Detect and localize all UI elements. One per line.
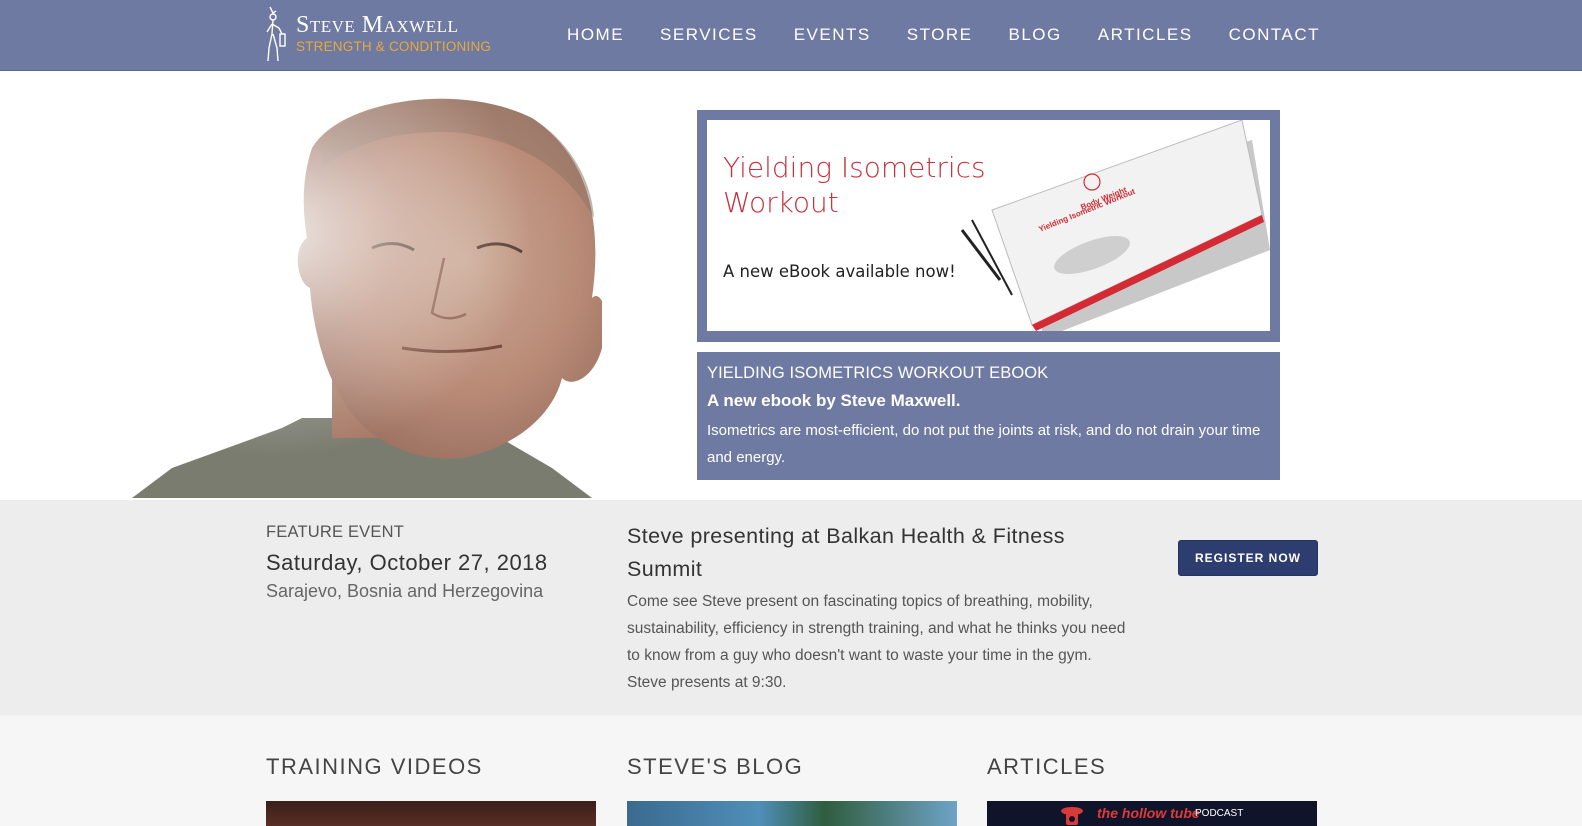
hero-portrait-image	[132, 88, 602, 498]
main-nav: HOME SERVICES EVENTS STORE BLOG ARTICLES…	[531, 0, 1320, 70]
nav-contact[interactable]: CONTACT	[1229, 25, 1320, 45]
top-navigation-bar: Steve Maxwell STRENGTH & CONDITIONING HO…	[0, 0, 1582, 71]
content-sections: TRAINING VIDEOS STEVE'S BLOG ARTICLES th…	[0, 715, 1582, 826]
event-location: Sarajevo, Bosnia and Herzegovina	[266, 581, 544, 601]
nav-blog[interactable]: BLOG	[1009, 25, 1062, 45]
training-video-thumbnail[interactable]	[266, 801, 596, 826]
articles-thumbnail[interactable]: the hollow tube PODCAST	[987, 801, 1317, 826]
phone-icon	[1061, 807, 1083, 825]
event-description: Come see Steve present on fascinating to…	[627, 593, 1126, 691]
nav-articles[interactable]: ARTICLES	[1098, 25, 1193, 45]
event-label: FEATURE EVENT	[266, 523, 404, 541]
ebook-cover-illustration: Body Weight Yielding Isometric Workout	[960, 120, 1270, 331]
nav-store[interactable]: STORE	[907, 25, 973, 45]
caption-title: YIELDING ISOMETRICS WORKOUT EBOOK	[707, 364, 1049, 382]
caption-subtitle: A new ebook by Steve Maxwell.	[707, 391, 961, 410]
podcast-name: the hollow tube	[1097, 805, 1200, 821]
nav-services[interactable]: SERVICES	[660, 25, 758, 45]
promo-image: Yielding Isometrics Workout A new eBook …	[707, 120, 1270, 331]
caption-text: Isometrics are most-efficient, do not pu…	[707, 422, 1261, 466]
nav-events[interactable]: EVENTS	[794, 25, 871, 45]
register-now-button[interactable]: REGISTER NOW	[1178, 540, 1318, 576]
event-title[interactable]: Steve presenting at Balkan Health & Fitn…	[627, 520, 1127, 586]
event-date: Saturday, October 27, 2018	[266, 550, 548, 575]
podcast-label: PODCAST	[1195, 808, 1244, 819]
logo-figure-icon	[266, 6, 286, 62]
promo-banner[interactable]: Yielding Isometrics Workout A new eBook …	[697, 110, 1280, 342]
blog-thumbnail[interactable]	[627, 801, 957, 826]
training-videos-heading: TRAINING VIDEOS	[266, 754, 483, 779]
feature-event-section: FEATURE EVENT Saturday, October 27, 2018…	[0, 500, 1582, 715]
articles-heading: ARTICLES	[987, 754, 1107, 779]
promo-title-line-2: Workout	[723, 186, 839, 219]
promo-title-line-1: Yielding Isometrics	[723, 151, 986, 184]
steves-blog-heading: STEVE'S BLOG	[627, 754, 804, 779]
promo-title: Yielding Isometrics Workout	[723, 150, 986, 220]
site-logo[interactable]: Steve Maxwell STRENGTH & CONDITIONING	[264, 4, 491, 64]
promo-subtitle: A new eBook available now!	[723, 262, 956, 281]
nav-home[interactable]: HOME	[567, 25, 624, 45]
promo-caption[interactable]: YIELDING ISOMETRICS WORKOUT EBOOK A new …	[697, 352, 1280, 480]
logo-subtitle: STRENGTH & CONDITIONING	[296, 39, 492, 54]
logo-title: Steve Maxwell	[296, 12, 459, 38]
